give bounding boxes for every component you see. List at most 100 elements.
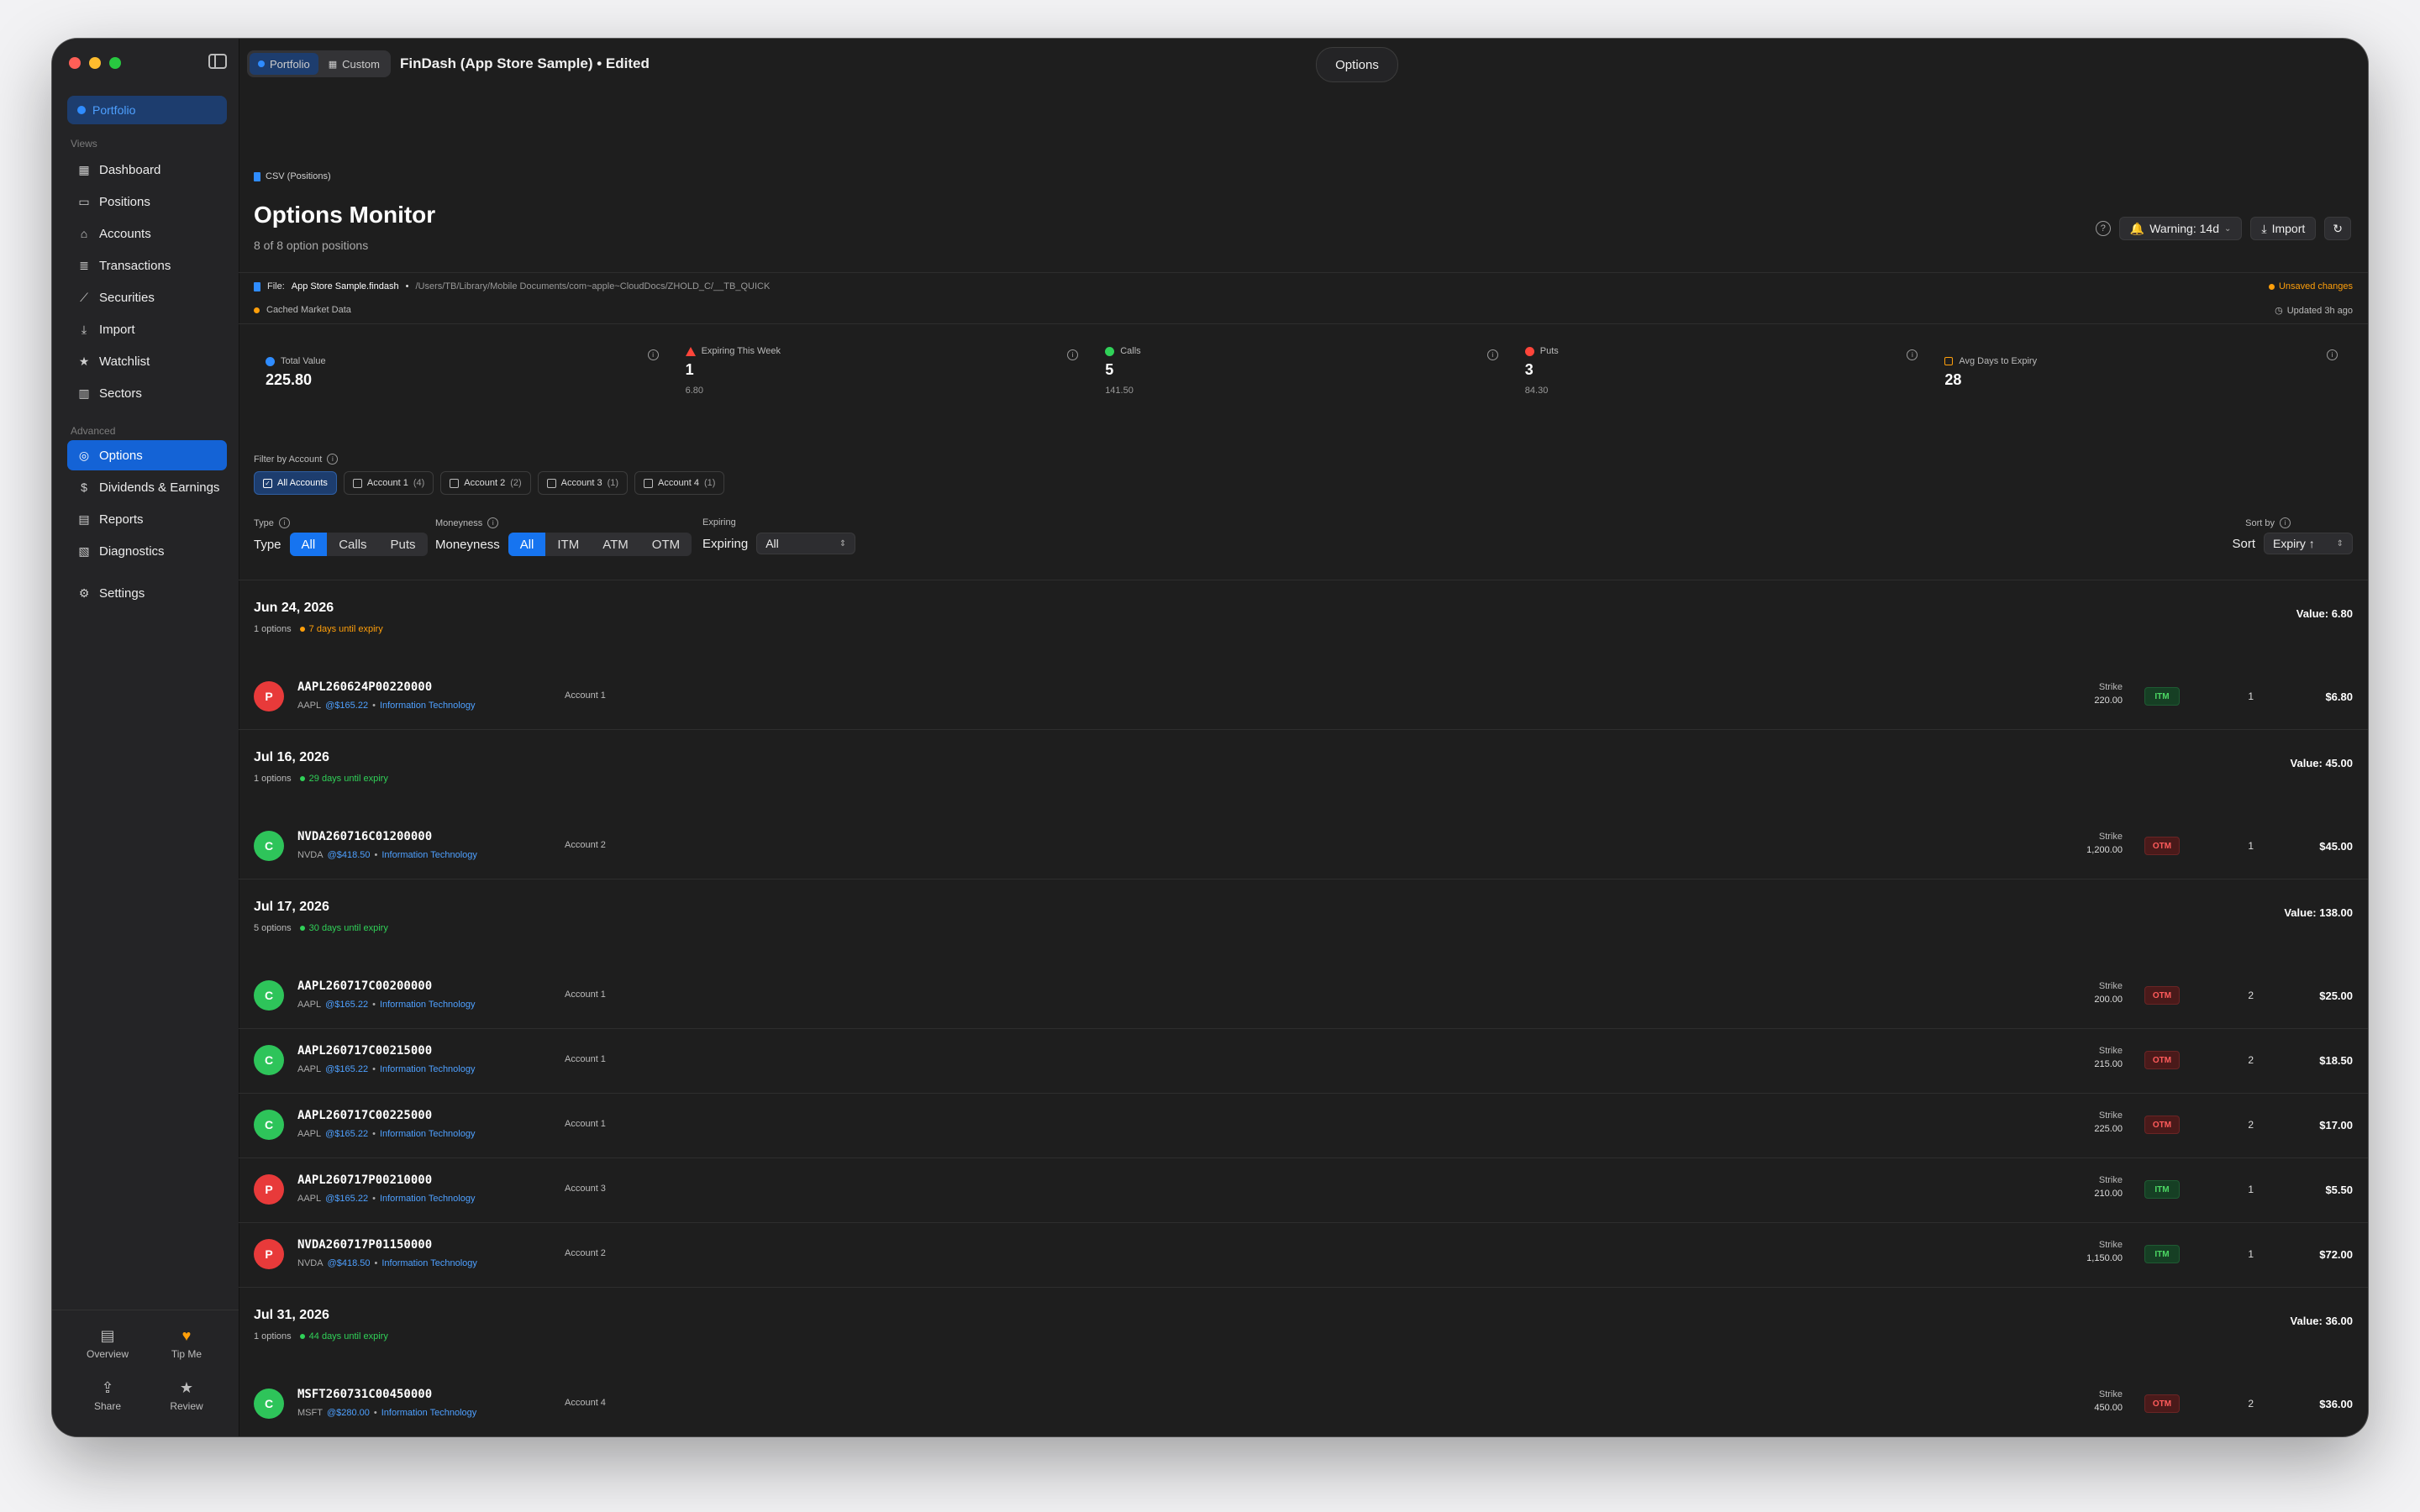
sidebar-item-settings[interactable]: ⚙ Settings [67,578,227,608]
sidebar-item-reports[interactable]: ▤ Reports [67,504,227,534]
sector-link[interactable]: Information Technology [380,1194,476,1204]
sidebar-item-diagnostics[interactable]: ▧ Diagnostics [67,536,227,566]
minimize-window-button[interactable] [89,57,101,69]
option-underlying: MSFT @$280.00 • Information Technology [297,1408,476,1418]
sidebar-item-watchlist[interactable]: ★ Watchlist [67,346,227,376]
option-row[interactable]: P NVDA260717P01150000 NVDA @$418.50 • Informa… [239,1223,2368,1288]
account-chip-label: Account 1 [366,478,408,488]
option-row[interactable]: C AAPL260717C00200000 AAPL @$165.22 • Informa… [239,963,2368,1029]
underlying-price: @$165.22 [325,1194,369,1204]
account-chip-account-2[interactable]: Account 2 (2) [440,471,531,495]
option-row[interactable]: C MSFT260731C00450000 MSFT @$280.00 • Informa… [239,1372,2368,1436]
sidebar-item-dashboard[interactable]: ▦ Dashboard [67,155,227,185]
sector-link[interactable]: Information Technology [381,850,477,860]
moneyness-option-itm[interactable]: ITM [545,533,591,556]
option-row[interactable]: C AAPL260717C00225000 AAPL @$165.22 • Informa… [239,1094,2368,1158]
info-icon[interactable]: i [278,517,290,528]
sidebar-item-securities[interactable]: ⟋ Securities [67,282,227,312]
import-button[interactable]: ⤓ Import [2250,217,2317,240]
info-icon[interactable]: i [2280,517,2291,528]
option-row[interactable]: P AAPL260717P00210000 AAPL @$165.22 • Informa… [239,1158,2368,1223]
option-row[interactable]: C AAPL260717C00215000 AAPL @$165.22 • Informa… [239,1029,2368,1094]
sector-link[interactable]: Information Technology [380,1064,476,1074]
status-dot-icon [1105,346,1115,356]
type-option-puts[interactable]: Puts [379,533,428,556]
share-button[interactable]: ⇪ Share [74,1379,141,1412]
unsaved-label: Unsaved changes [2278,281,2353,291]
info-icon[interactable]: i [487,517,499,528]
strike-label: Strike [2098,1240,2123,1250]
sidebar-toggle-icon[interactable] [208,54,227,69]
quantity: 1 [2248,840,2254,852]
account-chip-all-accounts[interactable]: ✓ All Accounts [254,471,337,495]
info-icon[interactable]: i [1067,349,1079,360]
file-separator: • [405,281,409,291]
unsaved-dot-icon [2268,283,2275,290]
breadcrumb-label: CSV (Positions) [266,171,331,181]
window-controls [69,57,121,69]
sort-select[interactable]: Expiry ↑ ⇕ [2264,533,2353,554]
account-chip-account-1[interactable]: Account 1 (4) [343,471,434,495]
views-section-label: Views [71,138,97,150]
sidebar-item-import[interactable]: ⤓ Import [67,314,227,344]
sector-link[interactable]: Information Technology [380,1000,476,1010]
account-chip-account-3[interactable]: Account 3 (1) [537,471,629,495]
expiry-meta: 1 options 29 days until expiry [254,774,388,784]
expiring-filter: Expiring All ⇕ [702,533,856,554]
expiring-select[interactable]: All ⇕ [756,533,856,554]
option-row[interactable]: P AAPL260624P00220000 AAPL @$165.22 • Informa… [239,664,2368,730]
refresh-button[interactable]: ↻ [2324,217,2351,240]
moneyness-filter-label: Moneyness i [435,517,499,528]
refresh-icon: ↻ [2333,221,2343,235]
sidebar-item-sectors[interactable]: ▥ Sectors [67,378,227,408]
account-chip-account-4[interactable]: Account 4 (1) [634,471,725,495]
dot-separator: • [372,1000,376,1010]
zoom-window-button[interactable] [109,57,121,69]
tip-me-button[interactable]: ♥ Tip Me [153,1327,220,1360]
options-title-button[interactable]: Options [1316,47,1398,82]
review-button[interactable]: ★ Review [153,1379,220,1412]
expiry-meta: 1 options 44 days until expiry [254,1331,388,1341]
stat-total-value: Total Value 225.80 i [254,336,674,420]
info-icon[interactable]: i [1907,349,1918,360]
type-option-calls[interactable]: Calls [327,533,378,556]
info-icon[interactable]: i [327,454,339,465]
strike-block: Strike 450.00 [2094,1389,2123,1413]
info-icon[interactable]: i [1486,349,1498,360]
moneyness-option-otm[interactable]: OTM [640,533,692,556]
type-option-all[interactable]: All [289,533,328,556]
overview-button[interactable]: ▤ Overview [74,1327,141,1360]
list-icon: ≣ [79,258,89,272]
sidebar-item-options[interactable]: ◎ Options [67,440,227,470]
custom-mode-tab[interactable]: ▦ Custom [320,53,388,75]
portfolio-mode-tab[interactable]: Portfolio [250,53,318,75]
portfolio-icon [77,106,86,114]
main-content: CSV (Positions) Options Monitor 8 of 8 o… [239,92,2368,1436]
close-window-button[interactable] [69,57,81,69]
file-info-bar: File: App Store Sample.findash • /Users/… [239,272,2368,324]
option-row[interactable]: C NVDA260716C01200000 NVDA @$418.50 • Informa… [239,814,2368,879]
days-until-expiry-label: 30 days until expiry [308,923,388,933]
sidebar-item-transactions[interactable]: ≣ Transactions [67,250,227,281]
warning-threshold-menu[interactable]: 🔔 Warning: 14d ⌄ [2118,217,2243,240]
portfolio-mode-label: Portfolio [270,57,310,71]
stat-label: Total Value [266,356,662,366]
moneyness-option-all[interactable]: All [508,533,546,556]
sector-link[interactable]: Information Technology [380,701,476,711]
account-chip-label: Account 2 [464,478,506,488]
status-dot-icon [299,1334,305,1339]
moneyness-option-atm[interactable]: ATM [591,533,640,556]
info-icon[interactable]: i [2326,349,2338,360]
sector-link[interactable]: Information Technology [381,1258,477,1268]
sector-link[interactable]: Information Technology [380,1129,476,1139]
status-dot-icon [299,926,305,931]
sector-link[interactable]: Information Technology [381,1408,477,1418]
underlying-ticker: AAPL [297,1194,322,1204]
portfolio-button[interactable]: Portfolio [67,96,227,124]
sidebar-item-positions[interactable]: ▭ Positions [67,186,227,217]
breadcrumb[interactable]: CSV (Positions) [254,171,331,181]
info-icon[interactable]: i [647,349,659,360]
help-icon[interactable]: ? [2095,221,2111,236]
sidebar-item-accounts[interactable]: ⌂ Accounts [67,218,227,249]
sidebar-item-dividends-earnings[interactable]: $ Dividends & Earnings [67,472,227,502]
